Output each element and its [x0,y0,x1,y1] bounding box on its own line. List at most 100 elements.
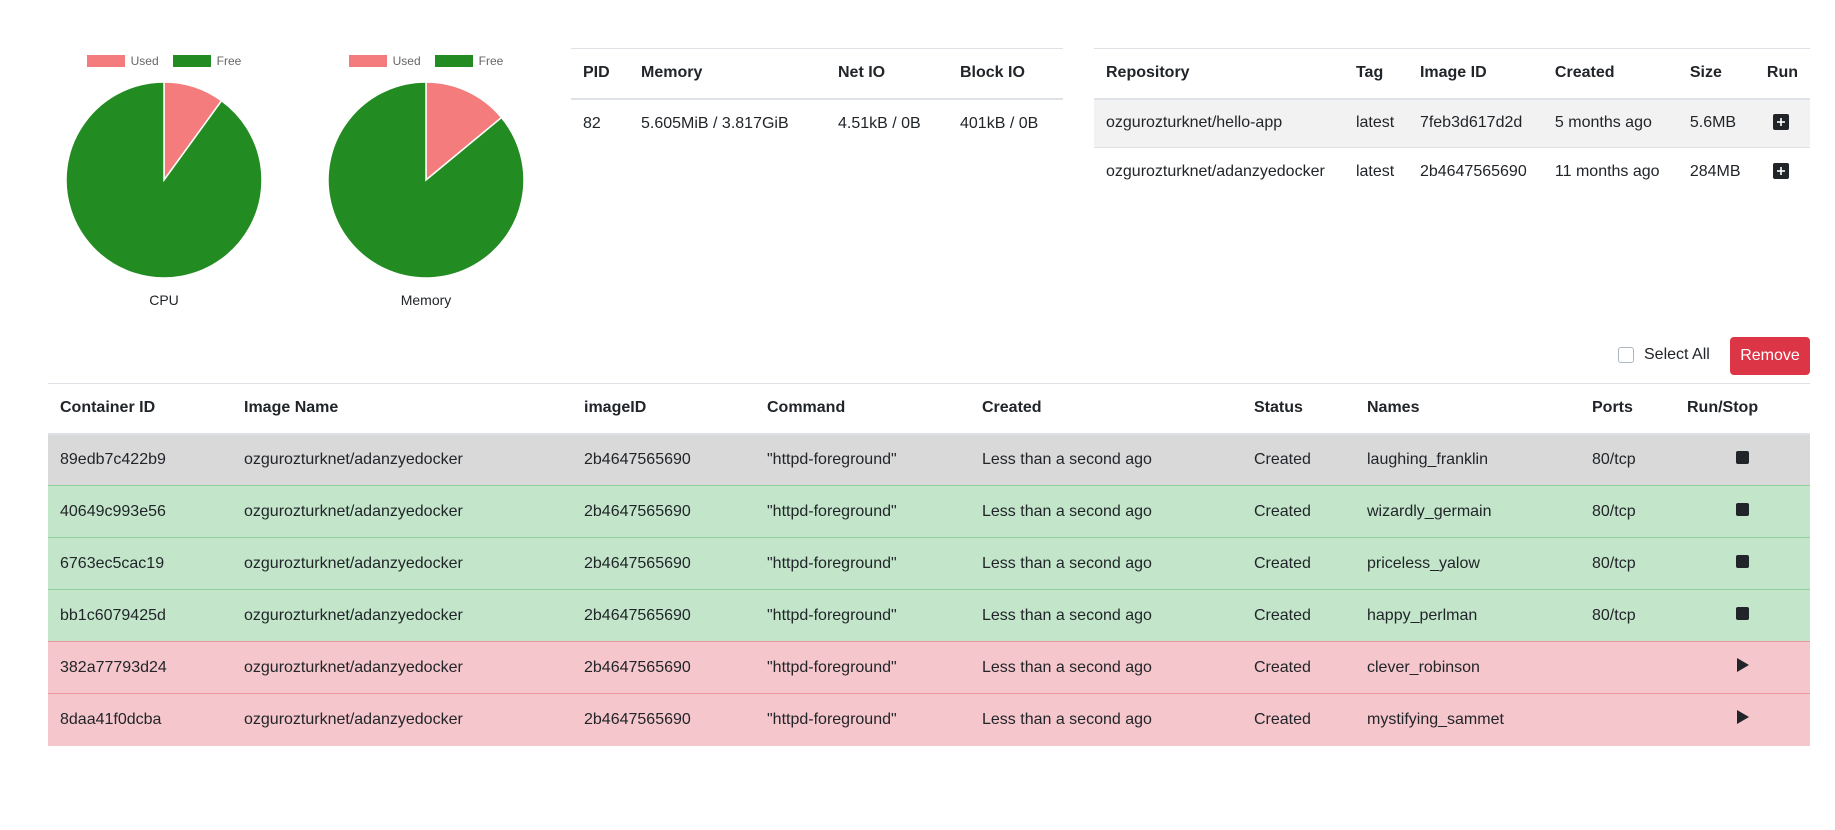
image-created: 11 months ago [1542,147,1678,197]
container-row[interactable]: 382a77793d24 ozgurozturknet/adanzyedocker… [48,641,1810,694]
container-created: Less than a second ago [970,589,1242,642]
containers-header-row: Container ID Image Name imageID Command … [48,383,1810,435]
container-command: "httpd-foreground" [755,693,970,746]
legend-free-swatch [172,55,211,67]
pie-slice-free[interactable] [65,81,263,279]
header-repository: Repository [1094,48,1344,100]
container-created: Less than a second ago [970,485,1242,538]
header-net-io: Net IO [826,48,948,100]
container-container-id: 8daa41f0dcba [48,693,232,746]
container-run-stop-cell [1675,485,1810,538]
container-created: Less than a second ago [970,433,1242,486]
header-ports: Ports [1580,383,1675,435]
container-image-name: ozgurozturknet/adanzyedocker [232,589,572,642]
play-icon[interactable] [1736,710,1749,725]
header-container-id: Container ID [48,383,232,435]
stop-icon[interactable] [1736,502,1749,516]
header-block-io: Block IO [948,48,1063,100]
image-size: 5.6MB [1677,98,1755,148]
container-image-id: 2b4647565690 [572,693,755,746]
legend-free[interactable]: Free [434,54,503,68]
stop-icon[interactable] [1736,554,1749,568]
header-names: Names [1355,383,1580,435]
header-image-id: imageID [572,383,755,435]
container-row[interactable]: 6763ec5cac19 ozgurozturknet/adanzyedocker… [48,537,1810,590]
image-row: ozgurozturknet/hello-app latest 7feb3d61… [1094,98,1810,148]
memory-chart-legend: Used Free [306,54,546,68]
container-ports: 80/tcp [1580,485,1675,538]
container-status: Created [1242,589,1355,642]
select-all-control[interactable]: Select All [1618,346,1710,364]
header-status: Status [1242,383,1355,435]
container-image-name: ozgurozturknet/adanzyedocker [232,641,572,694]
legend-used[interactable]: Used [348,54,421,68]
legend-used[interactable]: Used [86,54,159,68]
container-row[interactable]: bb1c6079425d ozgurozturknet/adanzyedocker… [48,589,1810,642]
container-names: wizardly_germain [1355,485,1580,538]
container-row[interactable]: 40649c993e56 ozgurozturknet/adanzyedocker… [48,485,1810,538]
plus-square-icon[interactable] [1772,114,1789,131]
legend-free[interactable]: Free [172,54,241,68]
memory-chart-label: Memory [400,292,452,308]
image-row: ozgurozturknet/adanzyedocker latest 2b46… [1094,147,1810,197]
image-size: 284MB [1677,147,1755,197]
stop-icon[interactable] [1736,450,1749,464]
container-ports [1580,693,1675,746]
containers-table: Container ID Image Name imageID Command … [48,383,1810,746]
stats-row: 82 5.605MiB / 3.817GiB 4.51kB / 0B 401kB… [571,99,1063,149]
header-run-stop: Run/Stop [1675,383,1810,435]
cpu-chart-label: CPU [149,292,179,308]
remove-button[interactable]: Remove [1730,337,1810,375]
plus-glyph [1776,118,1785,127]
container-ports: 80/tcp [1580,433,1675,486]
header-created: Created [1542,48,1678,100]
container-command: "httpd-foreground" [755,433,970,486]
container-image-id: 2b4647565690 [572,589,755,642]
legend-used-swatch [348,55,387,67]
container-ports [1580,641,1675,694]
select-all-checkbox[interactable] [1618,347,1634,363]
container-run-stop-cell [1675,433,1810,486]
container-created: Less than a second ago [970,693,1242,746]
container-container-id: 6763ec5cac19 [48,537,232,590]
image-repository: ozgurozturknet/hello-app [1094,98,1344,148]
stats-memory: 5.605MiB / 3.817GiB [641,115,789,132]
container-run-stop-cell [1675,641,1810,694]
container-command: "httpd-foreground" [755,641,970,694]
container-run-stop-cell [1675,693,1810,746]
image-id: 7feb3d617d2d [1407,98,1543,148]
container-names: happy_perlman [1355,589,1580,642]
images-header-row: Repository Tag Image ID Created Size Run [1094,48,1810,100]
container-status: Created [1242,537,1355,590]
cpu-chart-legend: Used Free [44,54,284,68]
container-image-id: 2b4647565690 [572,485,755,538]
legend-used-swatch [86,55,125,67]
container-container-id: bb1c6079425d [48,589,232,642]
play-icon[interactable] [1736,658,1749,672]
header-memory: Memory [629,48,826,100]
memory-pie [327,81,525,279]
container-status: Created [1242,693,1355,746]
header-pid: PID [571,48,629,100]
container-status: Created [1242,641,1355,694]
container-names: laughing_franklin [1355,433,1580,486]
container-created: Less than a second ago [970,537,1242,590]
plus-square-icon[interactable] [1772,163,1789,180]
select-all-label: Select All [1644,346,1710,363]
header-image-name: Image Name [232,383,572,435]
container-row[interactable]: 89edb7c422b9 ozgurozturknet/adanzyedocker… [48,433,1810,486]
container-row[interactable]: 8daa41f0dcba ozgurozturknet/adanzyedocker… [48,693,1810,746]
cpu-pie [65,81,263,279]
header-created: Created [970,383,1242,435]
container-status: Created [1242,433,1355,486]
container-status: Created [1242,485,1355,538]
container-image-name: ozgurozturknet/adanzyedocker [232,485,572,538]
image-tag: latest [1343,98,1408,148]
image-run-cell [1754,98,1810,148]
header-image-id: Image ID [1407,48,1543,100]
container-image-name: ozgurozturknet/adanzyedocker [232,693,572,746]
container-names: mystifying_sammet [1355,693,1580,746]
stop-icon[interactable] [1736,606,1749,620]
cpu-chart: Used Free CPU [44,48,284,318]
container-command: "httpd-foreground" [755,537,970,590]
